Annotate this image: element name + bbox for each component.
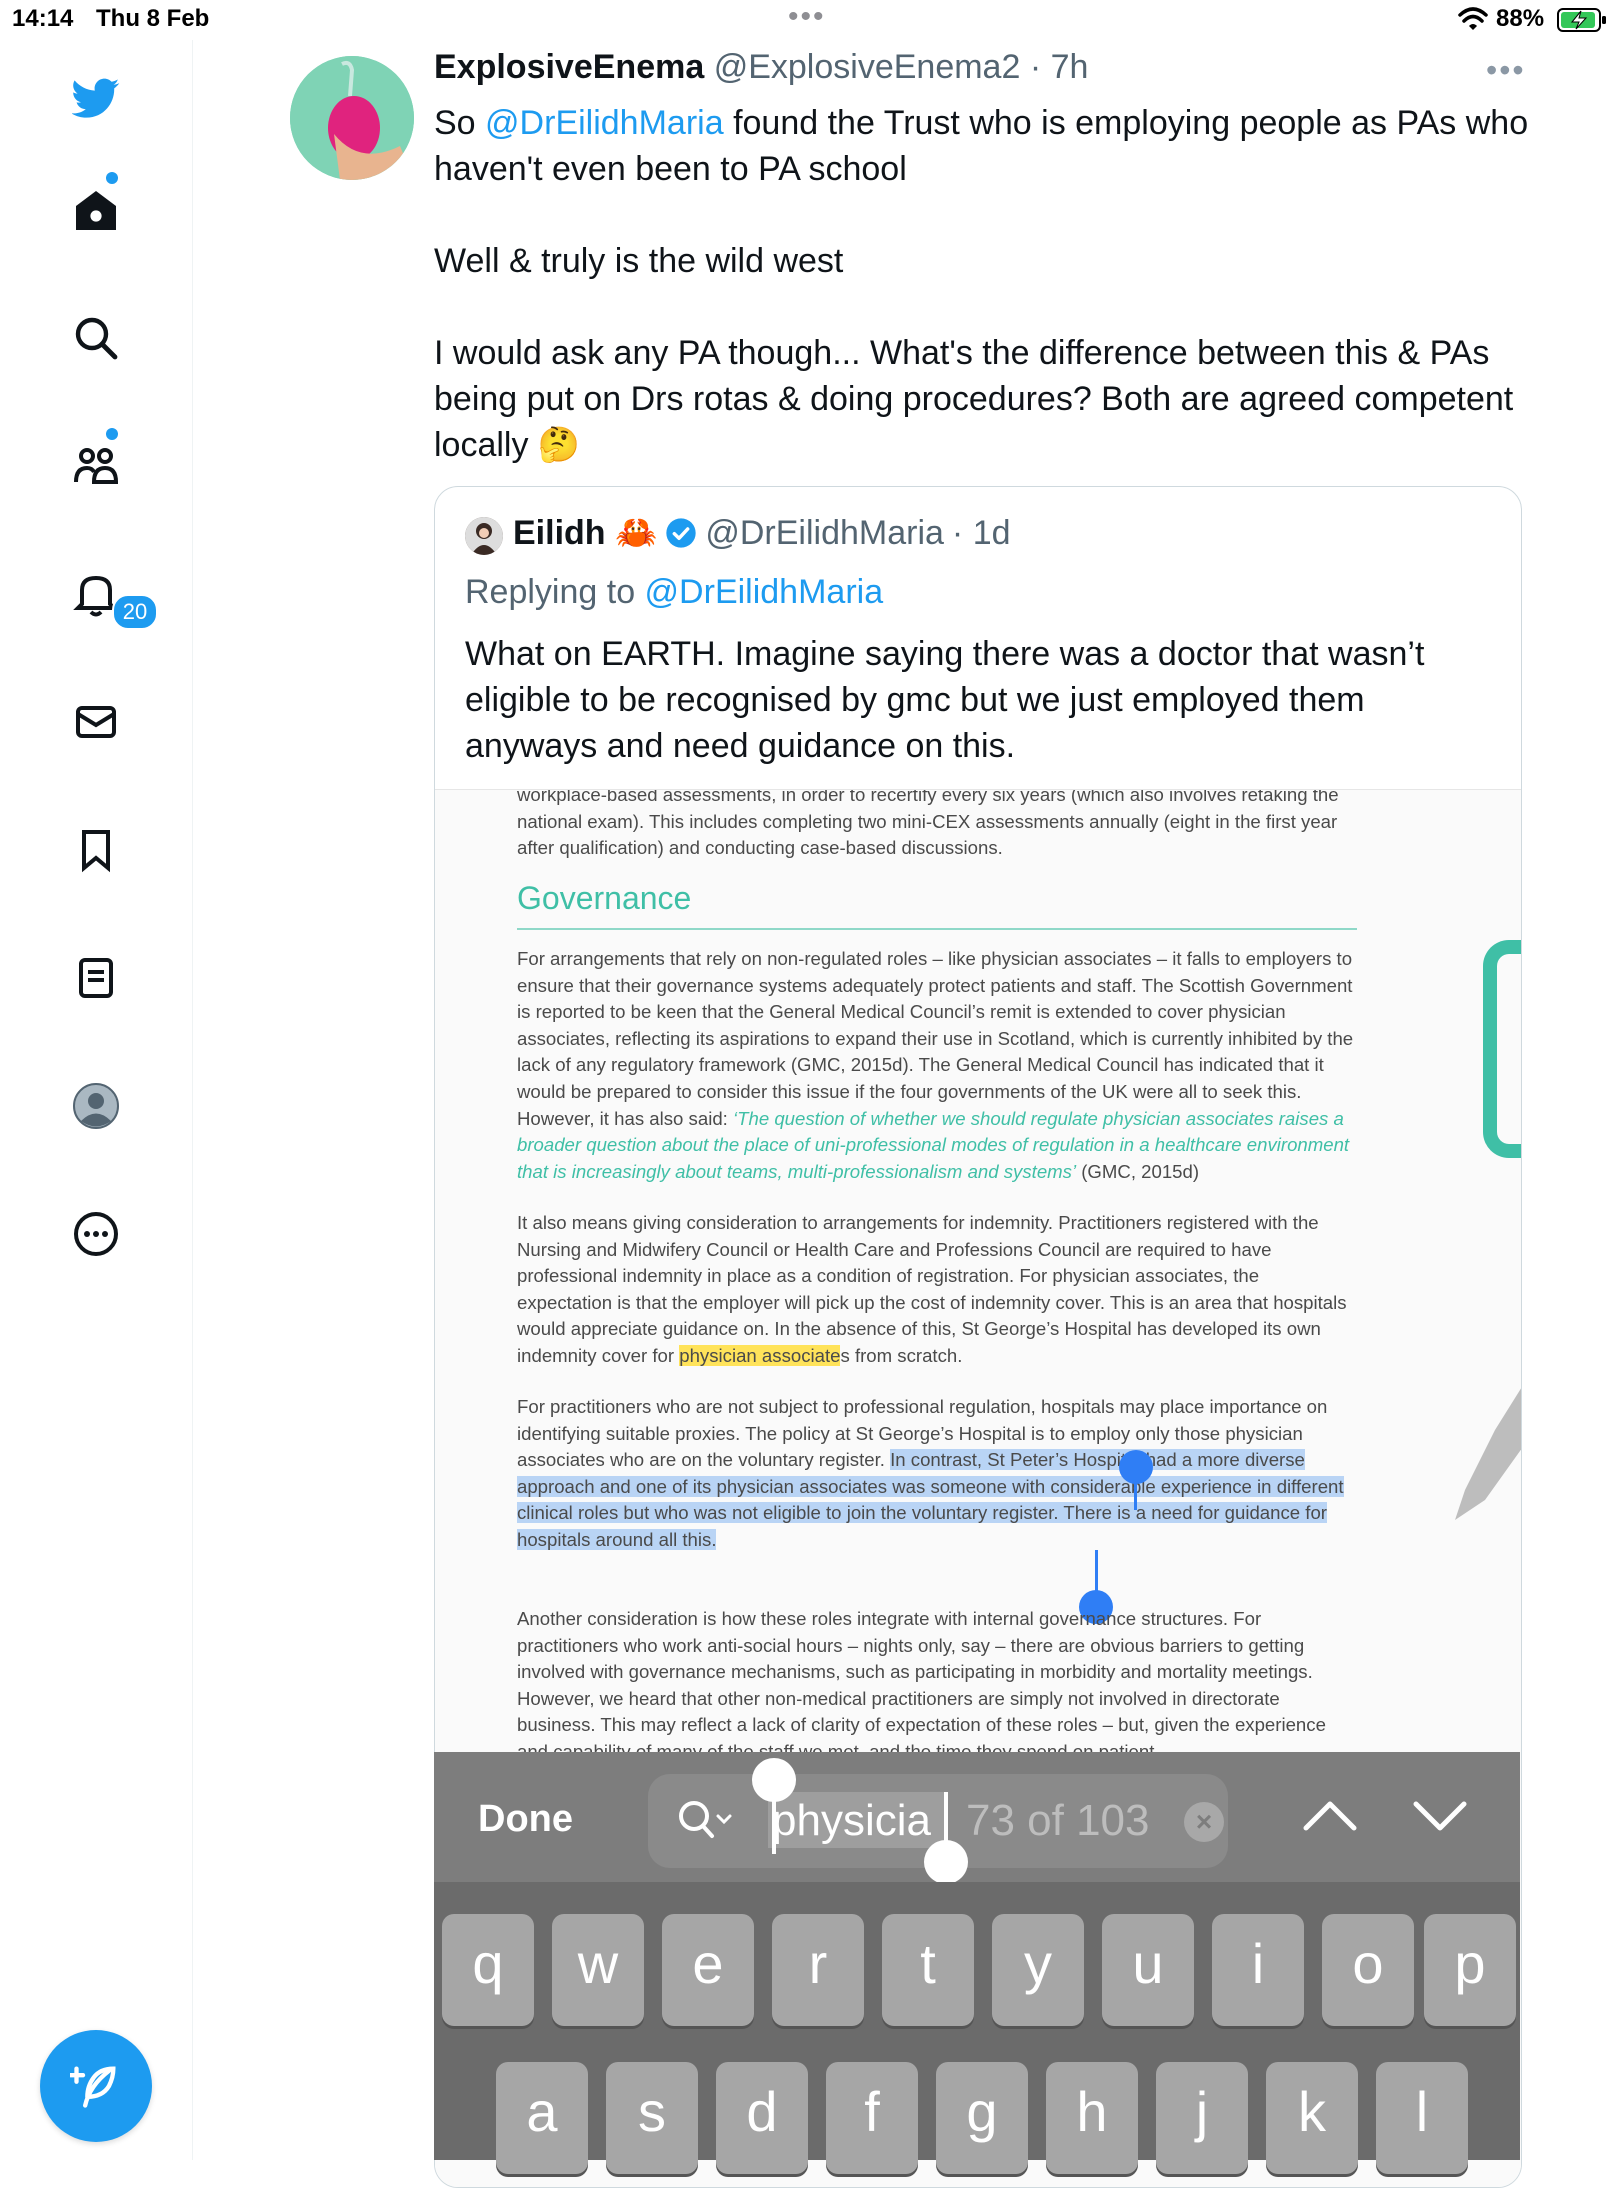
key-a[interactable]: a xyxy=(496,2062,588,2174)
replying-to-mention[interactable]: @DrEilidhMaria xyxy=(645,573,884,611)
text-selection-handle-end[interactable] xyxy=(924,1840,968,1884)
verified-badge-icon xyxy=(666,518,697,548)
doc-text: (GMC, 2015d) xyxy=(1076,1160,1200,1182)
tweet-text-part: So xyxy=(434,104,486,142)
find-in-page-bar: Done physicia 73 of 103 × xyxy=(434,1752,1520,1884)
doc-paragraph-4: Another consideration is how these roles… xyxy=(517,1608,1326,1762)
search-term[interactable]: physicia xyxy=(772,1796,931,1846)
quoted-tweet-time: · 1d xyxy=(951,513,1011,552)
key-s[interactable]: s xyxy=(606,2062,698,2174)
key-d[interactable]: d xyxy=(716,2062,808,2174)
doc-heading: Governance xyxy=(517,880,692,916)
notifications-badge: 20 xyxy=(112,594,158,630)
status-bar: 14:14 Thu 8 Feb ••• 88% xyxy=(0,0,1620,40)
next-match-chevron-down-icon[interactable] xyxy=(1410,1786,1470,1846)
compose-tweet-button[interactable] xyxy=(40,2030,152,2142)
quoted-tweet-text: What on EARTH. Imagine saying there was … xyxy=(465,635,1425,765)
key-o[interactable]: o xyxy=(1322,1914,1414,2026)
doc-paragraph-1: For arrangements that rely on non-regula… xyxy=(517,946,1357,1185)
quoted-author-name[interactable]: Eilidh 🦀 xyxy=(513,513,657,553)
search-icon[interactable] xyxy=(66,308,126,368)
tweet-mention-link[interactable]: @DrEilidhMaria xyxy=(485,104,724,142)
doc-text: It also means giving consideration to ar… xyxy=(517,1212,1347,1366)
text-selection-handle-start[interactable] xyxy=(752,1758,796,1802)
previous-match-chevron-up-icon[interactable] xyxy=(1300,1786,1360,1846)
wifi-icon xyxy=(1458,7,1488,30)
match-count: 73 of 103 xyxy=(966,1796,1150,1845)
bookmarks-icon[interactable] xyxy=(66,820,126,880)
author-name[interactable]: ExplosiveEnema xyxy=(434,48,704,86)
replying-label: Replying to xyxy=(465,573,645,611)
messages-envelope-icon[interactable] xyxy=(66,692,126,752)
key-t[interactable]: t xyxy=(882,1914,974,2026)
author-handle[interactable]: @ExplosiveEnema2 xyxy=(714,48,1021,86)
doc-paragraph-3: For practitioners who are not subject to… xyxy=(517,1394,1357,1554)
key-q[interactable]: q xyxy=(442,1914,534,2026)
on-screen-keyboard: q w e r t y u i o p a s d f g h j k l xyxy=(434,1882,1520,2174)
tweet-text-paragraph: I would ask any PA though... What's the … xyxy=(434,334,1514,464)
key-h[interactable]: h xyxy=(1046,2062,1138,2174)
key-w[interactable]: w xyxy=(552,1914,644,2026)
profile-avatar-icon[interactable] xyxy=(66,1076,126,1136)
quoted-tweet-header: Eilidh 🦀 @DrEilidhMaria · 1d xyxy=(513,513,1011,553)
multitasking-dots-icon[interactable]: ••• xyxy=(788,0,826,34)
key-e[interactable]: e xyxy=(662,1914,754,2026)
doc-text: s from scratch. xyxy=(840,1344,963,1366)
key-y[interactable]: y xyxy=(992,1914,1084,2026)
search-options-icon[interactable] xyxy=(676,1798,736,1844)
tweet-text: So @DrEilidhMaria found the Trust who is… xyxy=(434,100,1534,468)
tweet-time[interactable]: · 7h xyxy=(1030,48,1089,86)
clear-search-icon[interactable]: × xyxy=(1184,1802,1224,1842)
quoted-author-avatar[interactable] xyxy=(465,517,503,555)
selection-start-caret xyxy=(1134,1470,1137,1510)
key-r[interactable]: r xyxy=(772,1914,864,2026)
tweet-text-paragraph: Well & truly is the wild west xyxy=(434,242,844,280)
doc-decorative-pen xyxy=(1455,1388,1521,1520)
quoted-author-handle[interactable]: @DrEilidhMaria xyxy=(705,514,944,553)
key-g[interactable]: g xyxy=(936,2062,1028,2174)
key-i[interactable]: i xyxy=(1212,1914,1304,2026)
selection-end-caret xyxy=(1095,1550,1098,1594)
doc-heading-rule xyxy=(517,928,1357,930)
doc-text: For arrangements that rely on non-regula… xyxy=(517,948,1354,1129)
key-u[interactable]: u xyxy=(1102,1914,1194,2026)
tweet-header: ExplosiveEnema @ExplosiveEnema2 · 7h xyxy=(434,48,1088,87)
more-circle-icon[interactable] xyxy=(66,1204,126,1264)
doc-top-paragraph: workplace-based assessments, in order to… xyxy=(517,789,1339,859)
replying-to-line: Replying to @DrEilidhMaria xyxy=(465,573,883,612)
status-date: Thu 8 Feb xyxy=(96,5,210,32)
key-p[interactable]: p xyxy=(1424,1914,1516,2026)
doc-decorative-shape xyxy=(1483,940,1521,1158)
key-k[interactable]: k xyxy=(1266,2062,1358,2174)
battery-charging-icon xyxy=(1557,8,1606,32)
battery-percent: 88% xyxy=(1496,5,1545,32)
tweet-more-options-icon[interactable]: ••• xyxy=(1486,52,1526,89)
find-match-highlight: physician associate xyxy=(679,1344,841,1366)
key-j[interactable]: j xyxy=(1156,2062,1248,2174)
sidebar: 20 xyxy=(0,40,193,2160)
home-icon[interactable] xyxy=(66,180,126,240)
twitter-logo-icon[interactable] xyxy=(66,68,126,128)
home-notification-dot xyxy=(106,172,118,184)
lists-icon[interactable] xyxy=(66,948,126,1008)
communities-notification-dot xyxy=(106,428,118,440)
doc-paragraph-2: It also means giving consideration to ar… xyxy=(517,1210,1357,1370)
author-avatar[interactable] xyxy=(290,56,414,180)
find-done-button[interactable]: Done xyxy=(478,1798,573,1841)
key-f[interactable]: f xyxy=(826,2062,918,2174)
status-time: 14:14 xyxy=(12,5,74,32)
communities-icon[interactable] xyxy=(66,436,126,496)
key-l[interactable]: l xyxy=(1376,2062,1468,2174)
compose-feather-icon xyxy=(70,2066,116,2108)
